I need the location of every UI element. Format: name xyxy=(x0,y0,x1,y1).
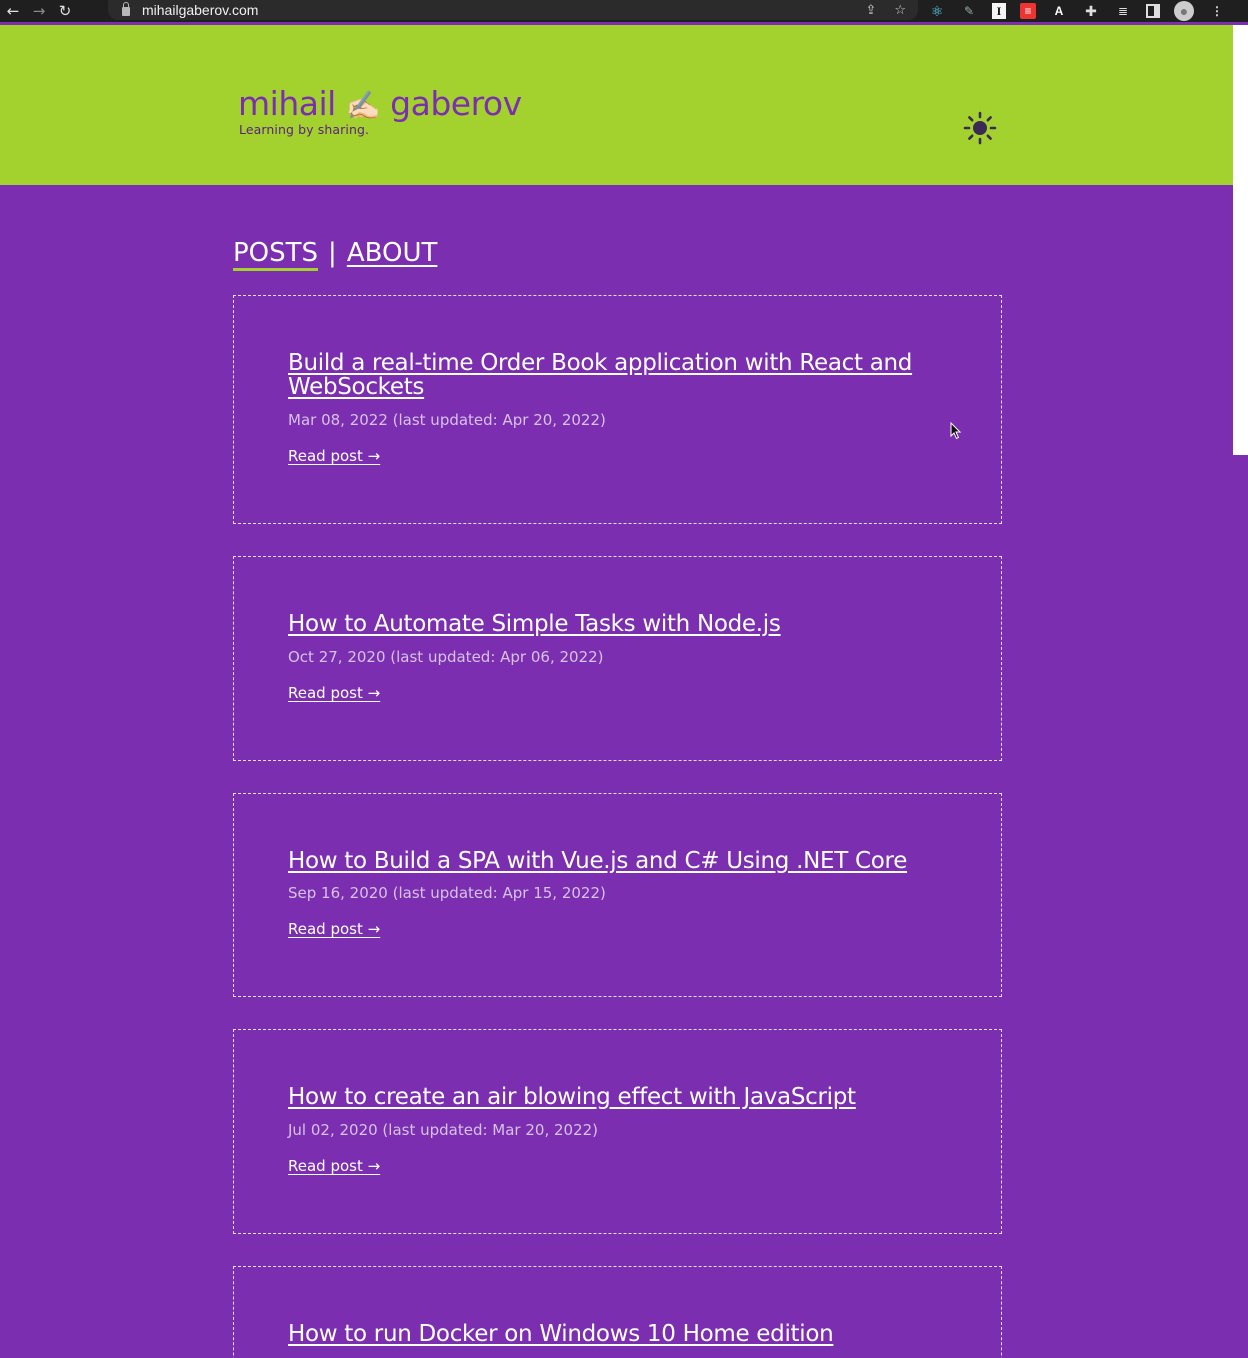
reload-icon[interactable]: ↻ xyxy=(52,0,78,22)
post-card: How to Build a SPA with Vue.js and C# Us… xyxy=(233,793,1002,997)
browser-toolbar: ← → ↻ mihailgaberov.com ⇪ ☆ ⚛ ✎ I ≡ A ✚ … xyxy=(0,0,1248,22)
bookmark-star-icon[interactable]: ☆ xyxy=(894,3,906,18)
post-title-link[interactable]: How to create an air blowing effect with… xyxy=(288,1085,931,1109)
post-title-link[interactable]: How to Build a SPA with Vue.js and C# Us… xyxy=(288,849,931,873)
info-extension-icon[interactable]: I xyxy=(992,3,1006,19)
todoist-icon[interactable]: ≡ xyxy=(1020,3,1036,19)
side-panel-icon[interactable] xyxy=(1146,4,1160,18)
sun-theme-toggle-icon[interactable] xyxy=(962,110,998,146)
reading-list-icon[interactable]: ≣ xyxy=(1114,3,1132,19)
a-extension-icon[interactable]: A xyxy=(1050,3,1068,19)
read-post-link[interactable]: Read post → xyxy=(288,447,380,465)
react-devtools-icon[interactable]: ⚛ xyxy=(928,3,946,19)
post-date: Mar 08, 2022 (last updated: Apr 20, 2022… xyxy=(288,411,606,429)
pen-extension-icon[interactable]: ✎ xyxy=(960,3,978,19)
back-arrow-icon[interactable]: ← xyxy=(0,0,26,22)
nav-posts-link[interactable]: POSTS xyxy=(233,238,319,271)
nav-separator: | xyxy=(328,238,337,268)
writing-hand-icon: ✍🏻 xyxy=(345,89,381,122)
site-logo[interactable]: mihail ✍🏻 gaberov xyxy=(238,86,522,124)
scrollbar[interactable] xyxy=(1233,25,1248,455)
site-header: mihail ✍🏻 gaberov Learning by sharing. xyxy=(0,25,1233,185)
menu-kebab-icon[interactable]: ⋮ xyxy=(1208,3,1226,19)
nav-about-link[interactable]: ABOUT xyxy=(347,238,438,268)
mouse-cursor-icon xyxy=(950,422,962,440)
logo-first-name: mihail xyxy=(238,84,336,123)
post-date: Oct 27, 2020 (last updated: Apr 06, 2022… xyxy=(288,648,604,666)
post-card: How to create an air blowing effect with… xyxy=(233,1029,1002,1234)
main-nav: POSTS | ABOUT xyxy=(233,238,437,271)
post-title-link[interactable]: How to run Docker on Windows 10 Home edi… xyxy=(288,1322,931,1346)
address-bar[interactable]: mihailgaberov.com ⇪ ☆ xyxy=(108,0,918,20)
read-post-link[interactable]: Read post → xyxy=(288,920,380,938)
post-card: Build a real-time Order Book application… xyxy=(233,295,1002,524)
logo-last-name: gaberov xyxy=(390,84,522,123)
profile-avatar-icon[interactable]: ● xyxy=(1174,1,1194,21)
extensions-puzzle-icon[interactable]: ✚ xyxy=(1082,3,1100,19)
url-text: mihailgaberov.com xyxy=(142,2,259,18)
post-title-link[interactable]: How to Automate Simple Tasks with Node.j… xyxy=(288,612,931,636)
read-post-link[interactable]: Read post → xyxy=(288,1157,380,1175)
forward-arrow-icon[interactable]: → xyxy=(26,0,52,22)
site-tagline: Learning by sharing. xyxy=(239,122,370,137)
post-card: How to run Docker on Windows 10 Home edi… xyxy=(233,1266,1002,1358)
lock-icon xyxy=(122,2,130,16)
extensions-tray: ⚛ ✎ I ≡ A ✚ ≣ ● ⋮ xyxy=(928,0,1226,22)
post-card: How to Automate Simple Tasks with Node.j… xyxy=(233,556,1002,761)
post-title-link[interactable]: Build a real-time Order Book application… xyxy=(288,351,931,399)
read-post-link[interactable]: Read post → xyxy=(288,684,380,702)
post-date: Sep 16, 2020 (last updated: Apr 15, 2022… xyxy=(288,884,606,902)
share-icon[interactable]: ⇪ xyxy=(865,3,876,18)
post-date: Jul 02, 2020 (last updated: Mar 20, 2022… xyxy=(288,1121,599,1139)
